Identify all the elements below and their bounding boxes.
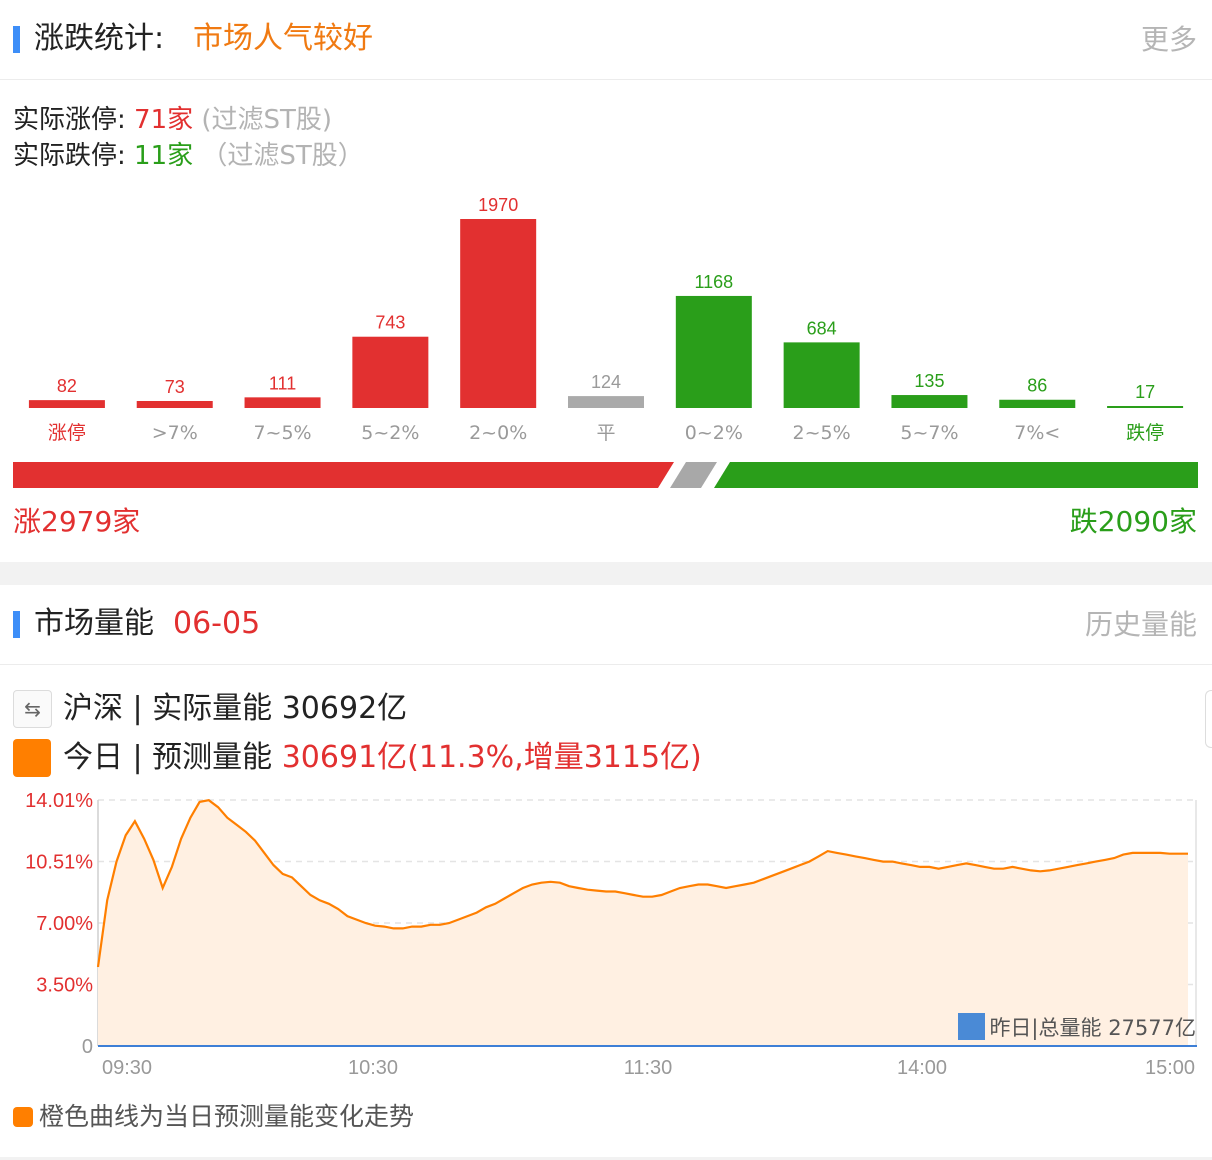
orange-legend-square [13, 739, 51, 777]
category-label: 平 [596, 422, 615, 444]
bar-value-label: 743 [375, 313, 405, 333]
volume-header: 市场量能 06-05 历史量能 [0, 585, 1212, 665]
bar-value-label: 1168 [694, 272, 733, 292]
bar-9 [999, 399, 1076, 408]
x-tick-label: 10:30 [348, 1057, 398, 1079]
x-tick-label: 14:00 [897, 1057, 947, 1079]
bar-7 [783, 342, 860, 408]
bar-value-label: 684 [807, 318, 837, 338]
rise-total-label: 涨2979家 [13, 505, 141, 538]
predicted-volume-value: 30691亿(11.3%,增量3115亿) [281, 740, 702, 775]
bar-value-label: 111 [269, 373, 296, 393]
section-accent-bar [13, 26, 20, 53]
bar-value-label: 82 [57, 376, 77, 396]
y-tick-label: 0 [82, 1036, 93, 1058]
category-label: 5~7% [900, 422, 958, 444]
category-label: 0~2% [685, 422, 743, 444]
bar-10 [1107, 406, 1184, 408]
orange-dot-icon [13, 1107, 33, 1127]
category-label: 7%< [1014, 422, 1060, 444]
fall-total-label: 跌2090家 [1069, 505, 1197, 538]
distribution-bar-chart: 82 涨停 73 >7% 111 7~5% 743 5~2% 1970 2~0% 124 平 1168 0… [28, 195, 1184, 444]
forecast-area [98, 800, 1188, 1046]
category-label: 2~0% [469, 422, 527, 444]
bar-value-label: 1970 [478, 195, 518, 215]
x-tick-label: 11:30 [624, 1057, 673, 1079]
category-label: 5~2% [361, 422, 419, 444]
predicted-volume-label: 今日 | 预测量能 [63, 740, 282, 775]
fall-ratio-segment [714, 462, 1198, 488]
bar-4 [460, 219, 537, 408]
bar-0 [28, 400, 105, 408]
flat-ratio-segment [670, 462, 717, 488]
bar-value-label: 86 [1027, 376, 1047, 396]
bar-value-label: 17 [1135, 382, 1155, 402]
limit-up-count: 71家 [134, 105, 194, 135]
category-label: 7~5% [253, 422, 311, 444]
more-link[interactable]: 更多 [1141, 20, 1197, 60]
limit-up-label: 实际涨停: [13, 105, 126, 135]
x-tick-label: 09:30 [102, 1057, 152, 1079]
bar-value-label: 73 [165, 377, 185, 397]
volume-title: 市场量能 [34, 606, 154, 641]
side-scroll-handle[interactable] [1205, 690, 1212, 748]
stats-header: 涨跌统计: 市场人气较好 更多 [0, 0, 1212, 80]
x-tick-label: 15:00 [1145, 1057, 1195, 1079]
volume-date: 06-05 [173, 606, 261, 641]
rise-ratio-segment [13, 462, 674, 488]
category-label: 2~5% [793, 422, 851, 444]
rise-fall-ratio-bar [13, 462, 1198, 488]
bar-6 [675, 295, 752, 408]
history-volume-link[interactable]: 历史量能 [1085, 605, 1197, 645]
stats-title: 涨跌统计: [34, 21, 165, 56]
baseline-legend-square [958, 1013, 985, 1040]
volume-trend-chart: 0 3.50% 7.00% 10.51% 14.01% 昨日|总量能 27577亿 09:3… [25, 790, 1197, 1079]
legend-note: 橙色曲线为当日预测量能变化走势 [13, 1100, 414, 1134]
limit-up-line: 实际涨停: 71家 (过滤ST股) [13, 103, 332, 137]
category-label: 跌停 [1126, 422, 1164, 444]
legend-note-text: 橙色曲线为当日预测量能变化走势 [39, 1102, 415, 1131]
limit-up-note: (过滤ST股) [201, 105, 333, 135]
bar-8 [891, 395, 968, 408]
y-tick-label: 3.50% [36, 975, 93, 997]
actual-volume-label: 沪深 | 实际量能 [63, 691, 282, 726]
y-tick-label: 10.51% [25, 852, 93, 874]
limit-down-line: 实际跌停: 11家 （过滤ST股） [13, 139, 364, 173]
baseline-label: 昨日|总量能 27577亿 [989, 1016, 1196, 1041]
bar-1 [136, 400, 213, 408]
y-tick-label: 7.00% [36, 913, 93, 935]
predicted-volume-text: 今日 | 预测量能 30691亿(11.3%,增量3115亿) [63, 737, 702, 779]
bar-value-label: 135 [914, 371, 944, 391]
y-tick-label: 14.01% [25, 790, 93, 812]
category-label: 涨停 [48, 422, 86, 444]
bar-5 [568, 396, 644, 408]
swap-icon[interactable]: ⇆ [13, 690, 52, 728]
actual-volume-value: 30692亿 [281, 691, 408, 726]
bar-value-label: 124 [591, 372, 621, 392]
actual-volume-text: 沪深 | 实际量能 30692亿 [63, 688, 407, 730]
bar-3 [352, 336, 429, 408]
section-accent-bar [13, 611, 20, 638]
market-mood-label: 市场人气较好 [193, 21, 373, 56]
limit-down-note: （过滤ST股） [201, 141, 364, 171]
bar-2 [244, 397, 321, 408]
category-label: >7% [152, 422, 198, 444]
limit-down-count: 11家 [134, 141, 194, 171]
rise-fall-stats-card: 涨跌统计: 市场人气较好 更多 实际涨停: 71家 (过滤ST股) 实际跌停: … [0, 0, 1212, 562]
limit-down-label: 实际跌停: [13, 141, 126, 171]
